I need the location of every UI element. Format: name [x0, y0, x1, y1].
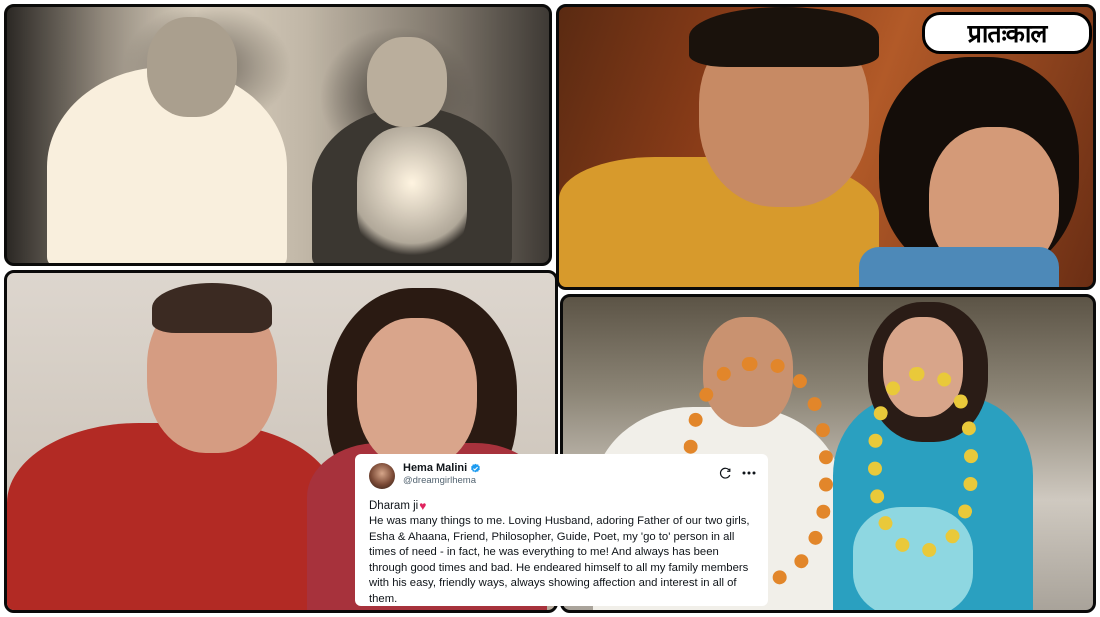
brand-logo: प्रातःकाल — [922, 12, 1092, 54]
avatar[interactable] — [369, 463, 395, 489]
tweet-greeting-row: Dharam ji ♥ — [369, 499, 756, 513]
heart-icon: ♥ — [419, 499, 427, 513]
verified-badge-icon — [471, 463, 481, 473]
photo-vintage-bw — [4, 4, 552, 266]
author-name-row: Hema Malini — [403, 462, 718, 475]
tweet-actions — [718, 466, 756, 480]
tweet-card: Hema Malini @dreamgirlhema Dharam ji ♥ He… — [355, 454, 768, 606]
more-options-icon[interactable] — [742, 466, 756, 480]
tweet-header: Hema Malini @dreamgirlhema — [369, 462, 756, 489]
tweet-body: He was many things to me. Loving Husband… — [369, 515, 750, 605]
author-name[interactable]: Hema Malini — [403, 462, 467, 475]
tweet-greeting: Dharam ji — [369, 500, 419, 512]
logo-text: प्रातःकाल — [967, 19, 1048, 48]
author-handle[interactable]: @dreamgirlhema — [403, 475, 718, 487]
grok-icon[interactable] — [718, 466, 732, 480]
tweet-author-block: Hema Malini @dreamgirlhema — [403, 462, 718, 487]
